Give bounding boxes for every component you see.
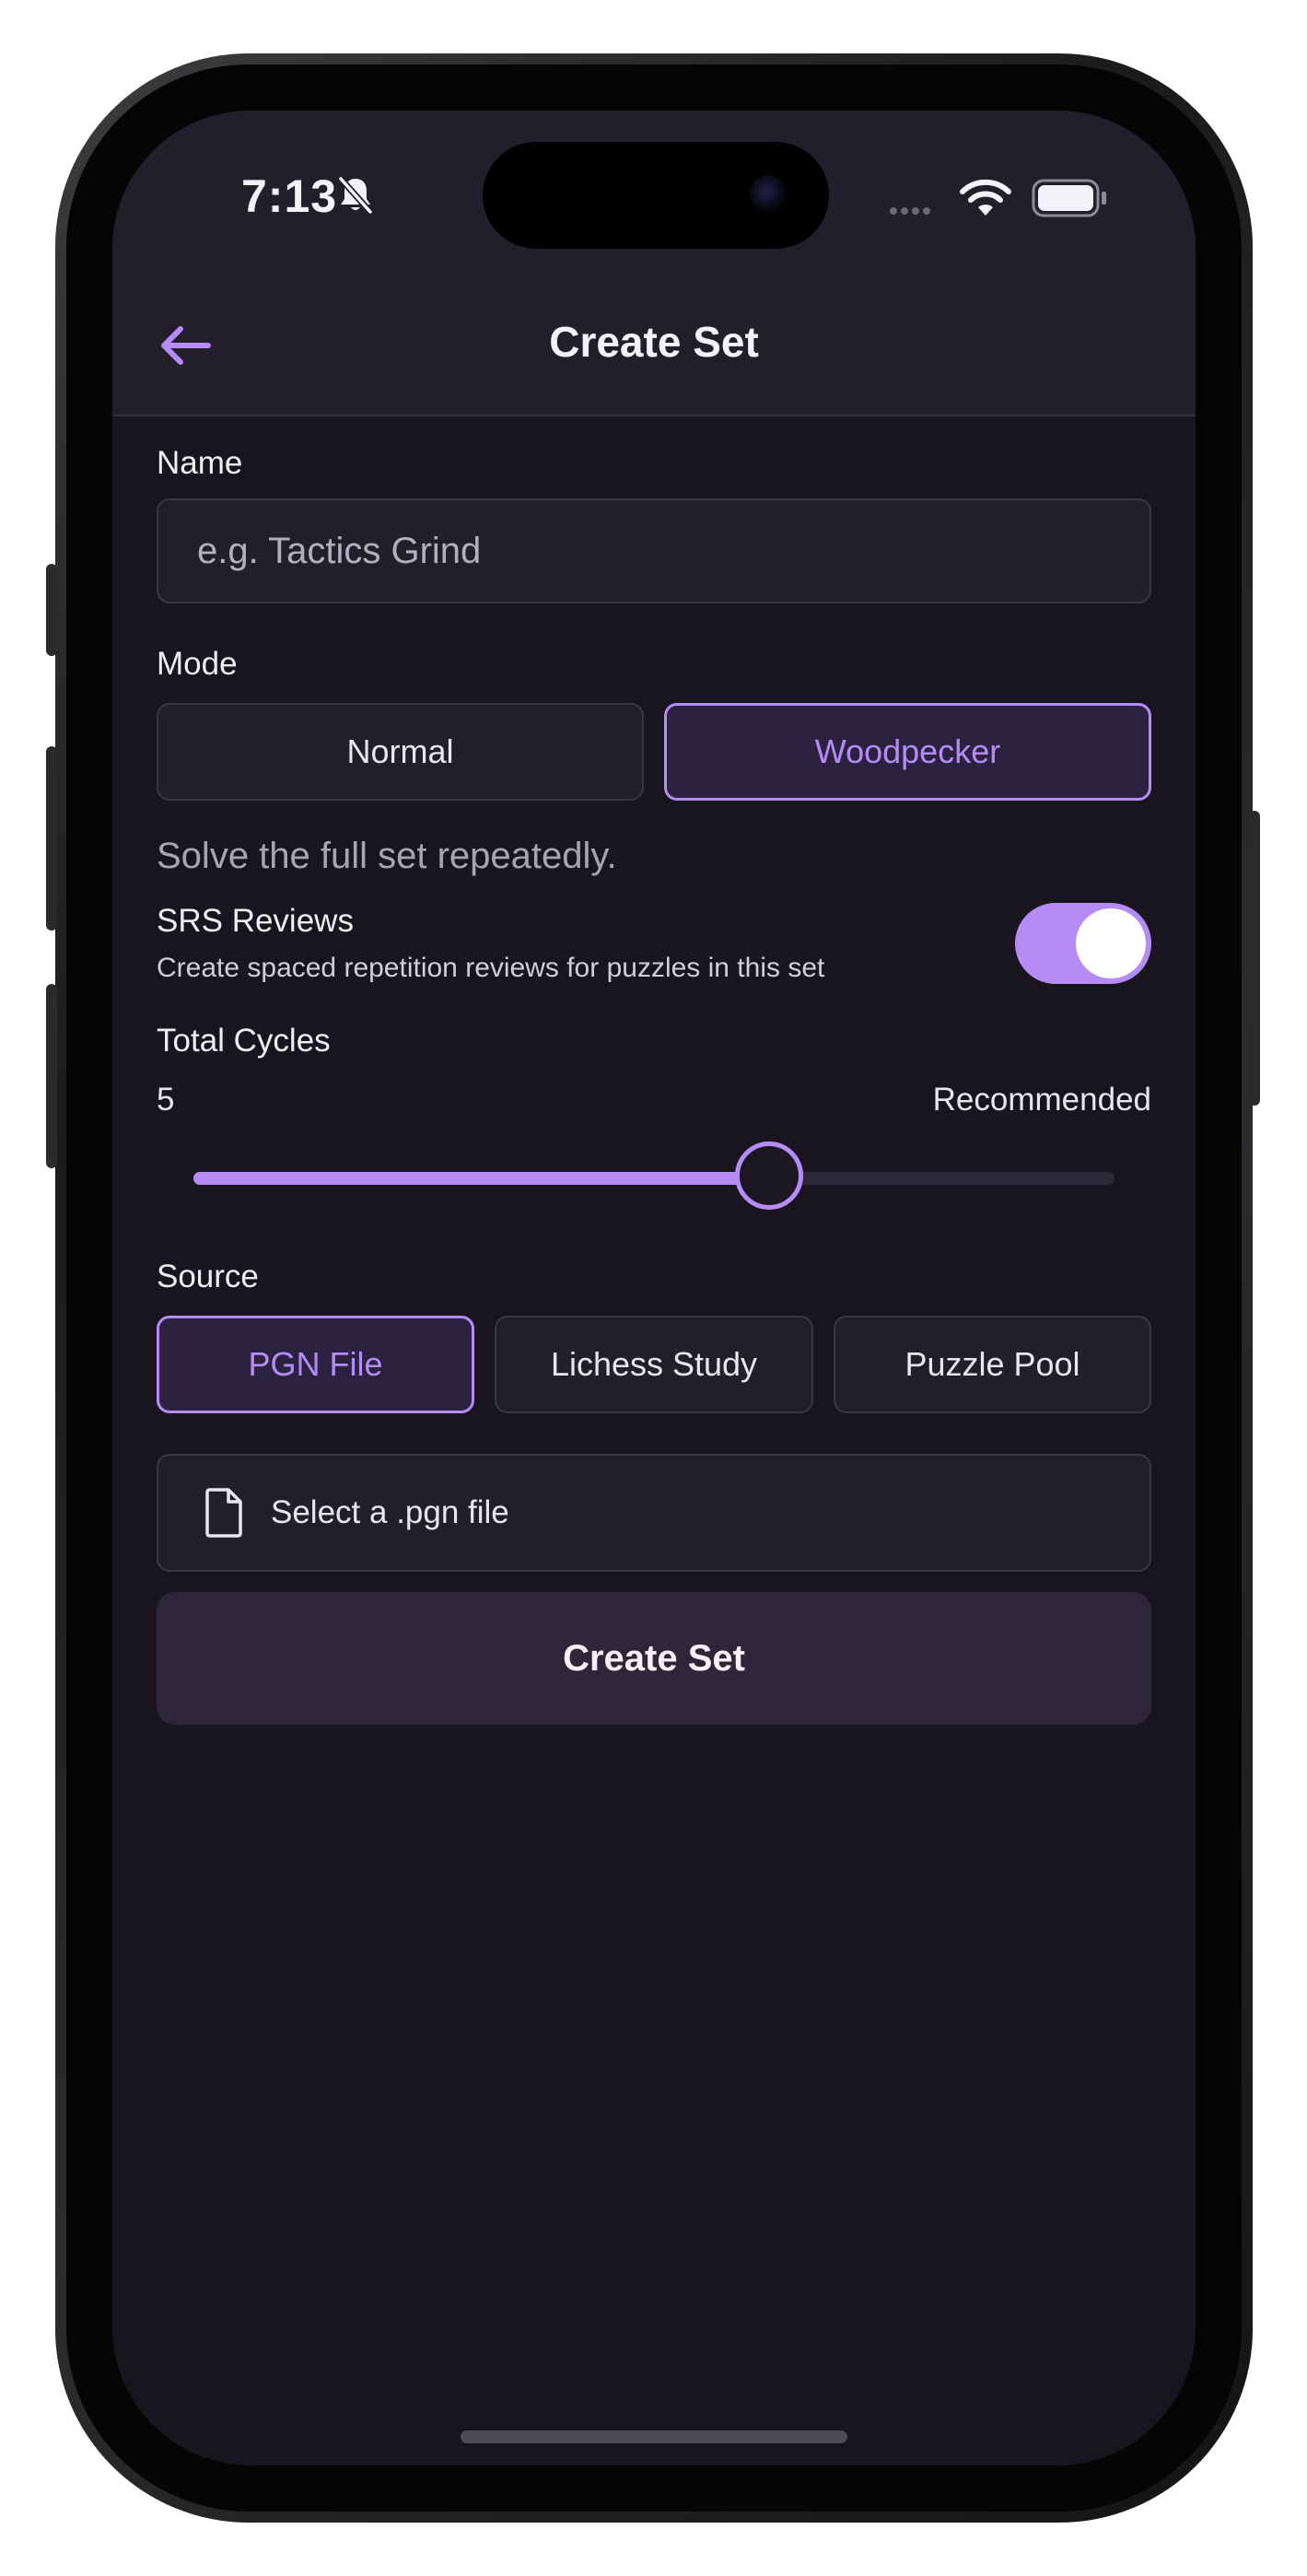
nav-bar: Create Set bbox=[112, 276, 1196, 416]
mode-option-normal[interactable]: Normal bbox=[157, 703, 644, 801]
source-option-lichess-study[interactable]: Lichess Study bbox=[495, 1316, 813, 1413]
file-picker-label: Select a .pgn file bbox=[271, 1494, 509, 1530]
srs-toggle-knob bbox=[1076, 908, 1146, 978]
volume-down-button bbox=[46, 984, 57, 1168]
front-camera bbox=[750, 175, 787, 212]
cycles-row: 5 Recommended bbox=[157, 1082, 1151, 1118]
mode-description: Solve the full set repeatedly. bbox=[157, 836, 617, 876]
home-indicator[interactable] bbox=[461, 2430, 847, 2443]
cycles-label: Total Cycles bbox=[157, 1023, 331, 1059]
document-icon bbox=[205, 1488, 242, 1538]
cycles-slider[interactable] bbox=[157, 1141, 1151, 1214]
signal-dots-icon bbox=[890, 203, 934, 219]
cycles-hint: Recommended bbox=[932, 1082, 1151, 1118]
source-label: Source bbox=[157, 1259, 259, 1294]
cycles-value: 5 bbox=[157, 1082, 175, 1118]
name-input[interactable]: e.g. Tactics Grind bbox=[157, 498, 1151, 603]
bell-slash-icon bbox=[338, 176, 373, 215]
name-label: Name bbox=[157, 445, 243, 481]
create-set-button[interactable]: Create Set bbox=[157, 1592, 1151, 1725]
srs-description: Create spaced repetition reviews for puz… bbox=[157, 953, 825, 983]
action-button bbox=[46, 564, 57, 656]
create-set-form: Name e.g. Tactics Grind Mode Normal Wood… bbox=[157, 415, 1151, 1725]
slider-thumb[interactable] bbox=[735, 1142, 803, 1210]
battery-icon bbox=[1032, 179, 1106, 217]
power-button bbox=[1249, 811, 1260, 1106]
srs-row: SRS Reviews Create spaced repetition rev… bbox=[157, 903, 1151, 984]
pgn-file-picker[interactable]: Select a .pgn file bbox=[157, 1454, 1151, 1572]
page-title: Create Set bbox=[549, 318, 759, 366]
source-option-puzzle-pool[interactable]: Puzzle Pool bbox=[834, 1316, 1151, 1413]
app-screen: 7:13 Create Set Name e.g. Tactics Grind … bbox=[112, 111, 1196, 2465]
srs-title: SRS Reviews bbox=[157, 903, 354, 939]
source-option-pgn-file[interactable]: PGN File bbox=[157, 1316, 474, 1413]
mode-selector: Normal Woodpecker bbox=[157, 703, 1151, 801]
volume-up-button bbox=[46, 746, 57, 931]
status-time: 7:13 bbox=[241, 170, 338, 222]
srs-text: SRS Reviews Create spaced repetition rev… bbox=[157, 903, 824, 984]
name-input-placeholder: e.g. Tactics Grind bbox=[197, 530, 482, 571]
mode-option-woodpecker[interactable]: Woodpecker bbox=[664, 703, 1151, 801]
srs-toggle[interactable] bbox=[1015, 903, 1151, 984]
wifi-icon bbox=[960, 179, 1011, 216]
status-bar: 7:13 bbox=[112, 111, 1196, 276]
source-selector: PGN File Lichess Study Puzzle Pool bbox=[157, 1316, 1151, 1413]
mode-label: Mode bbox=[157, 646, 238, 682]
slider-fill bbox=[193, 1172, 769, 1185]
